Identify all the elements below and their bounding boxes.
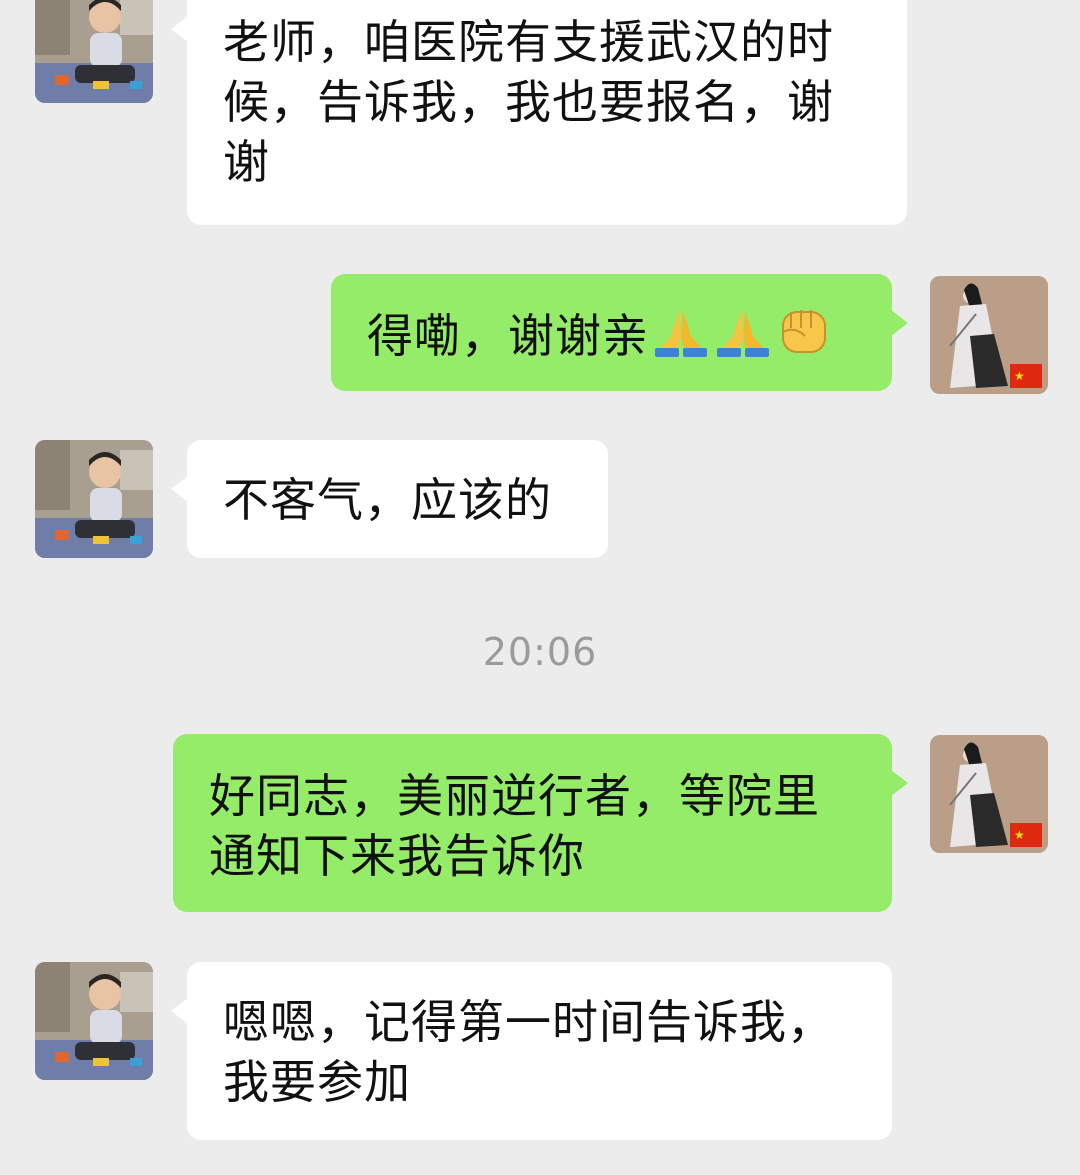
- message-bubble-outgoing[interactable]: 好同志，美丽逆行者，等院里通知下来我告诉你: [173, 734, 908, 912]
- message-text: 好同志，美丽逆行者，等院里通知下来我告诉你: [209, 769, 820, 883]
- raised-fist-icon: [775, 302, 833, 372]
- message-text: 嗯嗯，记得第一时间告诉我，我要参加: [223, 995, 834, 1109]
- child-photo-icon: [35, 0, 153, 103]
- svg-text:★: ★: [1014, 369, 1025, 383]
- swordsman-portrait-icon: ★: [930, 276, 1048, 394]
- bubble-tail: [171, 16, 188, 42]
- child-photo-icon: [35, 962, 153, 1080]
- bubble-tail: [891, 310, 908, 336]
- message-text: 得嘞，谢谢亲: [367, 309, 649, 363]
- svg-text:★: ★: [1014, 828, 1025, 842]
- contact-avatar[interactable]: [35, 0, 153, 103]
- message-bubble-outgoing[interactable]: 得嘞，谢谢亲: [331, 274, 908, 391]
- user-avatar[interactable]: ★: [930, 276, 1048, 394]
- folded-hands-icon: [713, 306, 773, 372]
- message-bubble-incoming[interactable]: 不客气，应该的: [171, 440, 608, 558]
- bubble-tail: [171, 998, 188, 1024]
- message-bubble-incoming[interactable]: 嗯嗯，记得第一时间告诉我，我要参加: [171, 962, 892, 1140]
- message-bubble-incoming[interactable]: 老师，咱医院有支援武汉的时候，告诉我，我也要报名，谢谢: [171, 0, 907, 225]
- bubble-tail: [891, 770, 908, 796]
- swordsman-portrait-icon: ★: [930, 735, 1048, 853]
- user-avatar[interactable]: ★: [930, 735, 1048, 853]
- child-photo-icon: [35, 440, 153, 558]
- timestamp: 20:06: [482, 630, 598, 674]
- bubble-tail: [171, 476, 188, 502]
- message-text: 不客气，应该的: [223, 473, 552, 527]
- contact-avatar[interactable]: [35, 440, 153, 558]
- contact-avatar[interactable]: [35, 962, 153, 1080]
- message-text: 老师，咱医院有支援武汉的时候，告诉我，我也要报名，谢谢: [223, 15, 834, 189]
- folded-hands-icon: [651, 306, 711, 372]
